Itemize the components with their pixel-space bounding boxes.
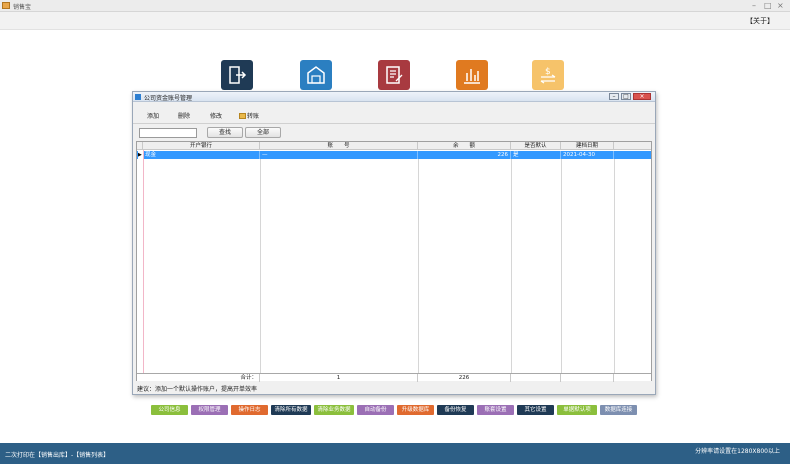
- dialog-title: 公司资金账号管理: [144, 95, 193, 102]
- fund-account-dialog: 公司资金账号管理 – □ × 添加 删除 修改 转账 查找 全部 开户银行 账 …: [132, 91, 656, 395]
- app-logo-icon: [2, 2, 10, 9]
- app-title: 销售宝: [13, 4, 32, 11]
- column-divider: [511, 159, 512, 373]
- search-input[interactable]: [139, 128, 197, 138]
- svg-text:$: $: [545, 67, 551, 77]
- finance-tile[interactable]: $: [532, 60, 564, 90]
- search-row: 查找 全部: [133, 125, 655, 139]
- cell-account[interactable]: —: [260, 151, 418, 159]
- menubar: 【关于】: [0, 12, 790, 30]
- report-tile[interactable]: [456, 60, 488, 90]
- add-button[interactable]: 添加: [147, 111, 159, 120]
- operation-log-button[interactable]: 操作日志: [231, 405, 268, 415]
- search-button[interactable]: 查找: [207, 127, 243, 138]
- column-divider: [260, 159, 261, 373]
- column-header[interactable]: 是否默认: [511, 142, 561, 150]
- company-info-button[interactable]: 公司信息: [151, 405, 188, 415]
- hint-text: 建议：添加一个默认操作账户，提高开单效率: [137, 386, 258, 393]
- status-print-hint: 二次打印在【销售出库】-【销售列表】: [5, 452, 110, 459]
- minimize-icon[interactable]: –: [752, 1, 756, 10]
- accounts-table: 开户银行 账 号 余 额 是否默认 建档日期 ▶ 现金 — 226 是 2021…: [136, 141, 652, 382]
- delete-button[interactable]: 删除: [178, 111, 190, 120]
- totals-balance: 226: [418, 374, 511, 382]
- column-header[interactable]: 账 号: [260, 142, 418, 150]
- column-divider: [561, 159, 562, 373]
- exit-door-icon: [229, 66, 247, 84]
- transfer-button[interactable]: 转账: [239, 111, 259, 120]
- column-header[interactable]: 开户银行: [143, 142, 260, 150]
- dialog-titlebar: 公司资金账号管理 – □ ×: [133, 92, 655, 102]
- show-all-button[interactable]: 全部: [245, 127, 281, 138]
- table-header: 开户银行 账 号 余 额 是否默认 建档日期: [137, 142, 651, 150]
- cell-date[interactable]: 2021-04-30: [561, 151, 614, 159]
- warehouse-tile[interactable]: [300, 60, 332, 90]
- permission-button[interactable]: 权限管理: [191, 405, 228, 415]
- totals-row: 合计： 1 226: [137, 373, 651, 382]
- clear-all-data-button[interactable]: 清除所有数据: [271, 405, 311, 415]
- other-settings-button[interactable]: 其它设置: [517, 405, 554, 415]
- dialog-app-icon: [135, 94, 141, 100]
- backup-restore-button[interactable]: 备份恢复: [437, 405, 474, 415]
- document-edit-icon: [386, 66, 403, 84]
- status-resolution-hint: 分辨率请设置在1280X800以上: [695, 448, 780, 455]
- chart-bars-icon: [464, 69, 480, 84]
- totals-empty: [511, 374, 561, 382]
- document-tile[interactable]: [378, 60, 410, 90]
- document-defaults-button[interactable]: 单据默认项: [557, 405, 597, 415]
- column-header[interactable]: 余 额: [418, 142, 511, 150]
- column-divider: [614, 159, 615, 373]
- transfer-icon: [239, 113, 246, 119]
- exit-tile[interactable]: [221, 60, 253, 90]
- warehouse-icon: [307, 66, 325, 84]
- edit-button[interactable]: 修改: [210, 111, 222, 120]
- maximize-icon[interactable]: □: [764, 1, 772, 10]
- column-header[interactable]: 建档日期: [561, 142, 614, 150]
- close-icon[interactable]: ×: [777, 1, 784, 10]
- row-gutter-line: [143, 150, 144, 374]
- dialog-maximize-button[interactable]: □: [621, 93, 631, 100]
- database-connection-button[interactable]: 数据库连接: [600, 405, 637, 415]
- dialog-close-button[interactable]: ×: [633, 93, 651, 100]
- totals-count: 1: [260, 374, 418, 382]
- auto-backup-button[interactable]: 自动备份: [357, 405, 394, 415]
- cell-balance[interactable]: 226: [418, 151, 511, 159]
- clear-business-data-button[interactable]: 清除业务数据: [314, 405, 354, 415]
- dialog-minimize-button[interactable]: –: [609, 93, 619, 100]
- table-row[interactable]: ▶ 现金 — 226 是 2021-04-30: [137, 151, 651, 159]
- money-transfer-icon: $: [540, 67, 556, 84]
- cell-default[interactable]: 是: [511, 151, 561, 159]
- column-divider: [418, 159, 419, 373]
- upgrade-database-button[interactable]: 升级数据库: [397, 405, 434, 415]
- transfer-label: 转账: [247, 113, 260, 120]
- about-link[interactable]: 【关于】: [746, 16, 774, 26]
- dialog-toolbar: 添加 删除 修改 转账: [133, 104, 655, 124]
- status-bar: 二次打印在【销售出库】-【销售列表】 分辨率请设置在1280X800以上: [0, 443, 790, 464]
- account-set-button[interactable]: 账套设置: [477, 405, 514, 415]
- totals-label: 合计：: [143, 374, 260, 382]
- cell-bank[interactable]: 现金: [143, 151, 260, 159]
- app-titlebar: 销售宝 – □ ×: [0, 0, 790, 12]
- totals-empty: [561, 374, 614, 382]
